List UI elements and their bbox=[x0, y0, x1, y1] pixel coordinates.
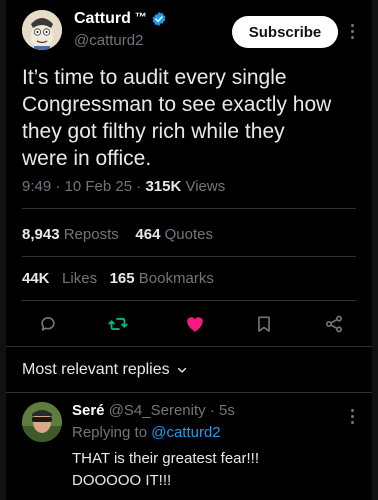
tweet-text-line: It’s time to audit every single bbox=[22, 66, 287, 89]
author-handle[interactable]: @catturd2 bbox=[74, 32, 143, 49]
tweet-header: Catturd ™ @catturd2 Subscribe bbox=[6, 6, 372, 58]
repost-button[interactable] bbox=[106, 312, 130, 336]
reposts-label: Reposts bbox=[63, 226, 119, 243]
divider bbox=[6, 392, 372, 393]
more-options-icon[interactable] bbox=[344, 20, 360, 42]
like-icon bbox=[187, 317, 203, 332]
replying-prefix: Replying to bbox=[72, 424, 148, 441]
reply-author-handle[interactable]: @S4_Serenity bbox=[109, 402, 206, 419]
trademark-symbol: ™ bbox=[134, 10, 147, 24]
separator: · bbox=[55, 178, 65, 195]
subscribe-button[interactable]: Subscribe bbox=[232, 16, 338, 48]
chevron-down-icon bbox=[177, 367, 186, 373]
bookmark-button[interactable] bbox=[252, 312, 276, 336]
action-bar bbox=[6, 306, 372, 342]
tweet-date[interactable]: 10 Feb 25 bbox=[65, 178, 133, 195]
replies-sort-dropdown[interactable]: Most relevant replies bbox=[22, 361, 188, 379]
divider bbox=[6, 346, 372, 347]
reposts-link[interactable]: 8,943 Reposts bbox=[22, 226, 119, 243]
right-edge bbox=[372, 0, 378, 500]
reply-icon bbox=[41, 317, 55, 331]
author-name-row: Catturd ™ bbox=[74, 10, 167, 28]
replying-to-link[interactable]: @catturd2 bbox=[151, 424, 220, 441]
tweet-time[interactable]: 9:49 bbox=[22, 178, 51, 195]
tweet-text-line: Congressman to see exactly how bbox=[22, 93, 332, 116]
replying-to: Replying to @catturd2 bbox=[72, 424, 221, 441]
more-options-icon[interactable] bbox=[344, 406, 360, 426]
reply-text: THAT is their greatest fear!!! DOOOOO IT… bbox=[72, 448, 332, 492]
quotes-link[interactable]: 464 Quotes bbox=[135, 226, 213, 243]
author-avatar[interactable] bbox=[22, 10, 62, 50]
replies-sort-label: Most relevant replies bbox=[22, 361, 170, 378]
cartoon-avatar-icon bbox=[22, 10, 62, 50]
tweet-detail: Catturd ™ @catturd2 Subscribe It’s time … bbox=[6, 0, 372, 500]
reply-author-name[interactable]: Seré bbox=[72, 402, 105, 419]
bookmarks-link[interactable]: 165 Bookmarks bbox=[110, 270, 214, 287]
divider bbox=[22, 208, 356, 209]
reply-text-line: THAT is their greatest fear!!! bbox=[72, 450, 260, 467]
bookmark-icon bbox=[258, 316, 270, 332]
repost-icon bbox=[108, 318, 128, 330]
likes-label: Likes bbox=[62, 270, 98, 287]
user-avatar-icon bbox=[22, 402, 62, 442]
views-label: Views bbox=[185, 178, 226, 195]
divider bbox=[22, 300, 356, 301]
stats-row-2: 44K Likes 165 Bookmarks bbox=[22, 270, 214, 287]
reposts-count: 8,943 bbox=[22, 226, 60, 243]
reply-header: Seré @S4_Serenity · 5s bbox=[72, 402, 235, 419]
tweet-text: It’s time to audit every single Congress… bbox=[22, 64, 352, 172]
share-button[interactable] bbox=[322, 312, 346, 336]
quotes-count: 464 bbox=[135, 226, 161, 243]
likes-link[interactable]: 44K Likes bbox=[22, 270, 97, 287]
likes-count: 44K bbox=[22, 270, 50, 287]
reply-avatar[interactable] bbox=[22, 402, 62, 442]
tweet-text-line: were in office. bbox=[22, 147, 152, 170]
reply-button[interactable] bbox=[36, 312, 60, 336]
like-button[interactable] bbox=[183, 312, 207, 336]
quotes-label: Quotes bbox=[164, 226, 213, 243]
bookmarks-label: Bookmarks bbox=[138, 270, 214, 287]
tweet-text-line: they got filthy rich while they bbox=[22, 120, 285, 143]
views-count: 315K bbox=[145, 178, 182, 195]
reply-text-line: DOOOOO IT!!! bbox=[72, 472, 172, 489]
verified-badge-icon bbox=[152, 12, 166, 26]
divider bbox=[22, 256, 356, 257]
separator: · bbox=[209, 402, 219, 419]
tweet-meta: 9:49 · 10 Feb 25 · 315K Views bbox=[22, 178, 225, 195]
bookmarks-count: 165 bbox=[109, 270, 135, 287]
reply-item[interactable]: Seré @S4_Serenity · 5s Replying to @catt… bbox=[6, 394, 372, 500]
share-icon bbox=[326, 315, 342, 333]
reply-time[interactable]: 5s bbox=[219, 402, 235, 419]
author-name[interactable]: Catturd bbox=[74, 10, 131, 28]
stats-row-1: 8,943 Reposts 464 Quotes bbox=[22, 226, 213, 243]
